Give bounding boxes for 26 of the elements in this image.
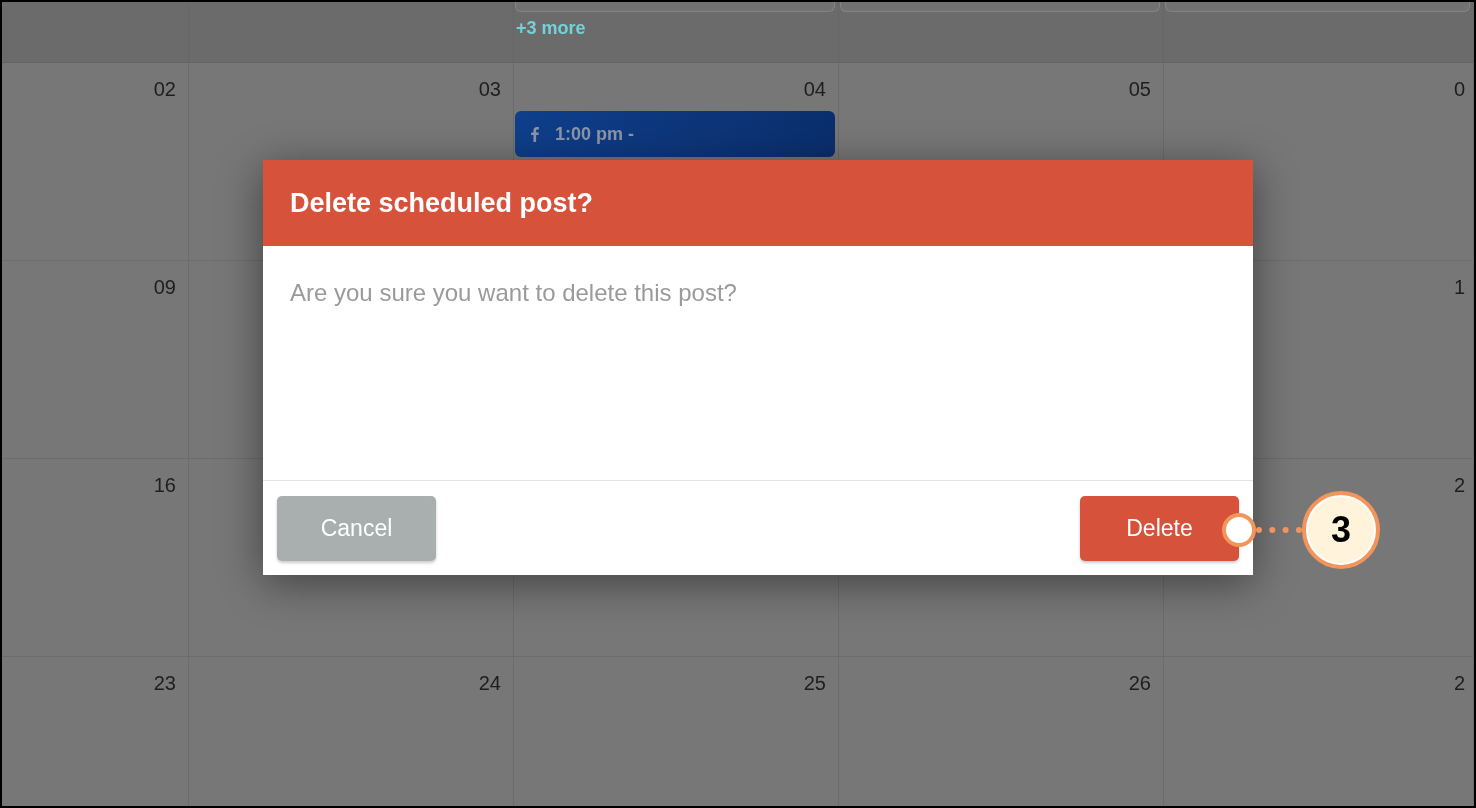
dialog-title: Delete scheduled post? [290,186,594,220]
day-number: 09 [153,275,177,300]
day-number: 2 [1453,671,1466,696]
day-number: 05 [1128,77,1152,102]
more-events-link[interactable]: +3 more [516,16,586,40]
day-number: 02 [153,77,177,102]
day-number: 25 [803,671,827,696]
day-number: 23 [153,671,177,696]
event-time: 1:00 pm - [555,122,635,146]
day-number: 1 [1453,275,1466,300]
day-number: 04 [803,77,827,102]
delete-button[interactable]: Delete [1080,495,1239,561]
event-card[interactable] [1165,2,1470,12]
facebook-icon [531,126,539,142]
dialog-message: Are you sure you want to delete this post? [290,278,737,308]
day-number: 26 [1128,671,1152,696]
event-card[interactable] [840,2,1160,12]
step-marker: 3 [1302,491,1380,569]
cancel-button[interactable]: Cancel [277,495,436,561]
day-number: 2 [1453,473,1466,498]
day-number: 24 [478,671,502,696]
event-card[interactable]: 1:00 pm - [515,111,835,157]
day-number: 0 [1453,77,1466,102]
day-number: 03 [478,77,502,102]
day-number: 16 [153,473,177,498]
event-card[interactable] [515,2,835,12]
